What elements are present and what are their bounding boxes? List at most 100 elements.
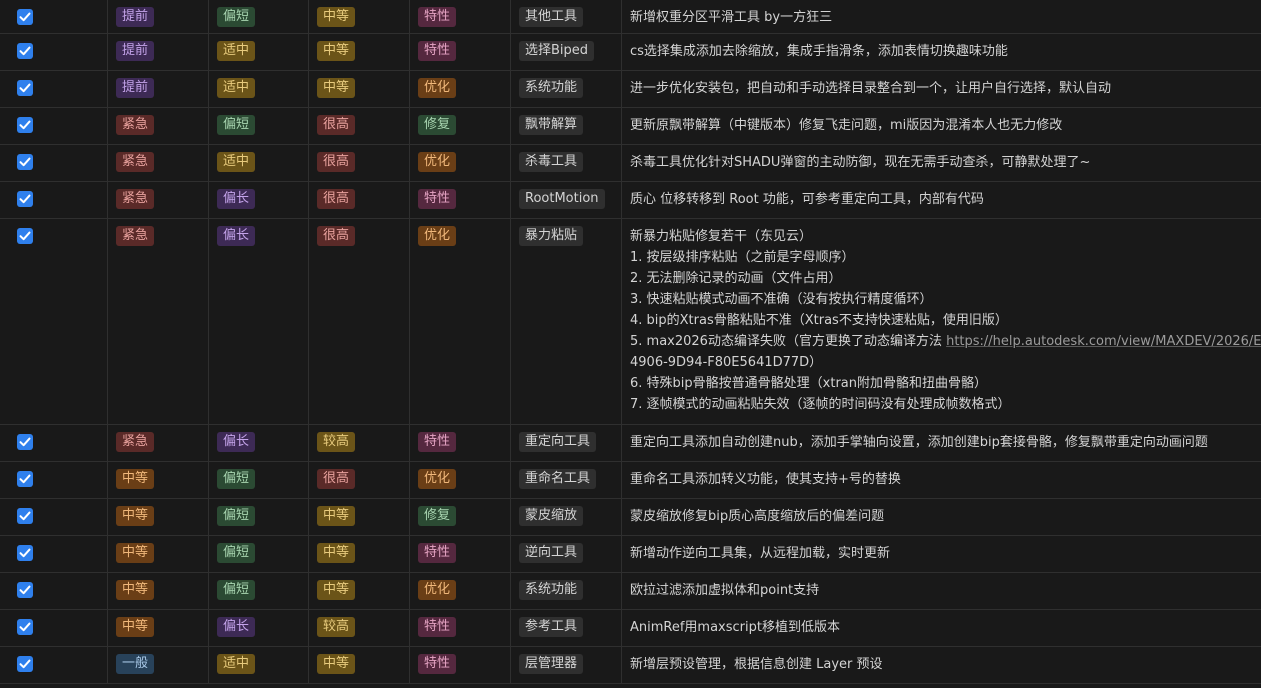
docs-link[interactable]: https://help.autodesk.com/view/MAXDEV/20…: [946, 334, 1261, 349]
table-row: 中等 偏短 中等 修复 蒙皮缩放 蒙皮缩放修复bip质心高度缩放后的偏差问题: [0, 499, 1261, 536]
description-cell: 质心 位移转移到 Root 功能，可参考重定向工具，内部有代码: [622, 182, 1261, 218]
module-cell: 暴力粘贴: [511, 219, 622, 424]
type-cell: 特性: [410, 0, 511, 33]
difficulty-tag: 中等: [317, 654, 356, 674]
difficulty-tag: 很高: [317, 469, 356, 489]
check-icon: [19, 120, 31, 130]
description-line-text: 3. 快速粘贴模式动画不准确（没有按执行精度循环）: [630, 292, 933, 307]
done-checkbox[interactable]: [17, 80, 33, 96]
done-checkbox[interactable]: [17, 154, 33, 170]
done-checkbox[interactable]: [17, 582, 33, 598]
done-checkbox[interactable]: [17, 9, 33, 25]
difficulty-cell: 很高: [309, 108, 410, 144]
table-row: 紧急 适中 很高 优化 杀毒工具 杀毒工具优化针对SHADU弹窗的主动防御，现在无需手动查…: [0, 145, 1261, 182]
table-row: 紧急 偏长 较高 特性 重定向工具 重定向工具添加自动创建nub，添加手掌轴向设置，添加创…: [0, 425, 1261, 462]
duration-tag: 适中: [217, 78, 256, 98]
description-cell: 欧拉过滤添加虚拟体和point支持: [622, 573, 1261, 609]
type-cell: 特性: [410, 425, 511, 461]
description-line-text: 欧拉过滤添加虚拟体和point支持: [630, 583, 820, 598]
check-icon: [19, 83, 31, 93]
difficulty-tag: 中等: [317, 580, 356, 600]
priority-cell: 中等: [108, 536, 209, 572]
table-row: 紧急 偏长 很高 特性 RootMotion 质心 位移转移到 Root 功能，可参考重定…: [0, 182, 1261, 219]
priority-tag: 提前: [116, 41, 155, 61]
table-row: 中等 偏短 中等 优化 系统功能 欧拉过滤添加虚拟体和point支持: [0, 573, 1261, 610]
difficulty-cell: 中等: [309, 71, 410, 107]
description-line-text: 进一步优化安装包，把自动和手动选择目录整合到一个，让用户自行选择，默认自动: [630, 81, 1112, 96]
description-cell: 蒙皮缩放修复bip质心高度缩放后的偏差问题: [622, 499, 1261, 535]
done-checkbox[interactable]: [17, 508, 33, 524]
description-text: 新增权重分区平滑工具 by一方狂三: [630, 7, 1261, 28]
difficulty-cell: 中等: [309, 499, 410, 535]
description-line: 4. bip的Xtras骨骼粘贴不准（Xtras不支持快速粘贴，使用旧版）: [630, 310, 1261, 331]
difficulty-tag: 中等: [317, 543, 356, 563]
done-cell: [0, 108, 108, 144]
difficulty-cell: 较高: [309, 425, 410, 461]
done-checkbox[interactable]: [17, 471, 33, 487]
description-text: 欧拉过滤添加虚拟体和point支持: [630, 580, 1261, 601]
priority-cell: 提前: [108, 71, 209, 107]
done-checkbox[interactable]: [17, 619, 33, 635]
priority-cell: 中等: [108, 462, 209, 498]
type-cell: 修复: [410, 499, 511, 535]
done-cell: [0, 34, 108, 70]
description-line-text: 更新原飘带解算（中键版本）修复飞走问题，mi版因为混淆本人也无力修改: [630, 118, 1063, 133]
done-cell: [0, 425, 108, 461]
check-icon: [19, 622, 31, 632]
description-line-text: 4906-9D94-F80E5641D77D）: [630, 355, 823, 370]
description-line: 杀毒工具优化针对SHADU弹窗的主动防御，现在无需手动查杀，可静默处理了~: [630, 152, 1261, 173]
duration-tag: 偏短: [217, 506, 256, 526]
module-tag: 暴力粘贴: [519, 226, 584, 246]
done-checkbox[interactable]: [17, 228, 33, 244]
description-cell: 进一步优化安装包，把自动和手动选择目录整合到一个，让用户自行选择，默认自动: [622, 71, 1261, 107]
done-checkbox[interactable]: [17, 545, 33, 561]
done-checkbox[interactable]: [17, 191, 33, 207]
module-tag: 层管理器: [519, 654, 584, 674]
type-tag: 优化: [418, 78, 457, 98]
difficulty-cell: 中等: [309, 647, 410, 683]
priority-tag: 中等: [116, 469, 155, 489]
type-tag: 特性: [418, 617, 457, 637]
duration-tag: 偏长: [217, 189, 256, 209]
check-icon: [19, 46, 31, 56]
description-line-text: 5. max2026动态编译失败（官方更换了动态编译方法: [630, 334, 947, 349]
done-checkbox[interactable]: [17, 656, 33, 672]
duration-tag: 偏短: [217, 7, 256, 27]
description-line-text: 重命名工具添加转义功能，使其支持+号的替换: [630, 472, 901, 487]
difficulty-cell: 中等: [309, 0, 410, 33]
duration-tag: 偏短: [217, 469, 256, 489]
type-cell: 优化: [410, 145, 511, 181]
duration-tag: 偏长: [217, 617, 256, 637]
priority-tag: 紧急: [116, 152, 155, 172]
check-icon: [19, 231, 31, 241]
description-line-text: 重定向工具添加自动创建nub，添加手掌轴向设置，添加创建bip套接骨骼，修复飘带…: [630, 435, 1208, 450]
description-text: 蒙皮缩放修复bip质心高度缩放后的偏差问题: [630, 506, 1261, 527]
description-line: 更新原飘带解算（中键版本）修复飞走问题，mi版因为混淆本人也无力修改: [630, 115, 1261, 136]
type-cell: 优化: [410, 71, 511, 107]
done-cell: [0, 536, 108, 572]
module-cell: 参考工具: [511, 610, 622, 646]
duration-tag: 偏短: [217, 543, 256, 563]
check-icon: [19, 548, 31, 558]
description-text: 杀毒工具优化针对SHADU弹窗的主动防御，现在无需手动查杀，可静默处理了~: [630, 152, 1261, 173]
duration-cell: 偏短: [209, 0, 309, 33]
duration-cell: 偏长: [209, 219, 309, 424]
description-cell: 新增权重分区平滑工具 by一方狂三: [622, 0, 1261, 33]
done-cell: [0, 573, 108, 609]
duration-tag: 偏长: [217, 432, 256, 452]
module-tag: 重定向工具: [519, 432, 597, 452]
description-text: 新增层预设管理，根据信息创建 Layer 预设: [630, 654, 1261, 675]
description-cell: 新增层预设管理，根据信息创建 Layer 预设: [622, 647, 1261, 683]
done-checkbox[interactable]: [17, 43, 33, 59]
module-tag: 系统功能: [519, 78, 584, 98]
description-text: 进一步优化安装包，把自动和手动选择目录整合到一个，让用户自行选择，默认自动: [630, 78, 1261, 99]
priority-tag: 紧急: [116, 189, 155, 209]
done-checkbox[interactable]: [17, 117, 33, 133]
module-cell: 层管理器: [511, 647, 622, 683]
description-line-text: 6. 特殊bip骨骼按普通骨骼处理（xtran附加骨骼和扭曲骨骼）: [630, 376, 987, 391]
done-checkbox[interactable]: [17, 434, 33, 450]
description-line-text: cs选择集成添加去除缩放，集成手指滑条，添加表情切换趣味功能: [630, 44, 1008, 59]
table-row: 一般 适中 中等 特性 层管理器 新增层预设管理，根据信息创建 Layer 预设: [0, 647, 1261, 684]
module-tag: 其他工具: [519, 7, 584, 27]
difficulty-tag: 很高: [317, 226, 356, 246]
